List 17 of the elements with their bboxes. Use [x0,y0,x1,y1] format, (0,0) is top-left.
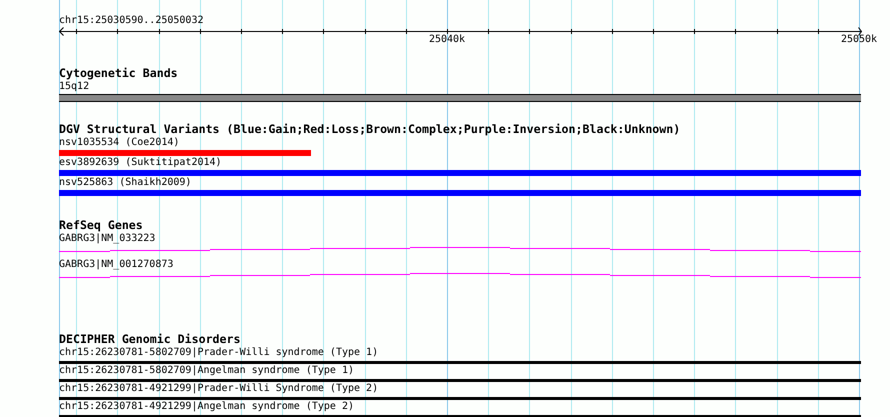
tick-label: 25050k [840,34,878,46]
disorder-label: chr15:26230781-5802709|Prader-Willi syndrome (Type 1) [59,347,378,359]
variant-label: nsv1035534 (Coe2014) [59,137,180,149]
track-title: DECIPHER Genomic Disorders [59,333,240,345]
tick-label: 25040k [428,34,466,46]
region-label: chr15:25030590..25050032 [59,15,204,27]
disorder-label: chr15:26230781-4921299|Angelman syndrome (Type 2) [59,401,354,413]
variant-label: esv3892639 (Suktitipat2014) [59,157,222,169]
disorder-label: chr15:26230781-5802709|Angelman syndrome (Type 1) [59,365,354,377]
track-title: DGV Structural Variants (Blue:Gain;Red:Loss;Brown:Complex;Purple:Inversion;Black:Unknown) [59,123,680,135]
gene-label: GABRG3|NM_001270873 [59,259,174,271]
band-label: 15q12 [59,81,90,93]
variant-label: nsv525863 (Shaikh2009) [59,177,192,189]
gene-label: GABRG3|NM_033223 [59,233,156,245]
track-title: RefSeq Genes [59,219,143,231]
track-title: Cytogenetic Bands [59,67,178,79]
disorder-label: chr15:26230781-4921299|Prader-Willi Syndrome (Type 2) [59,383,378,395]
